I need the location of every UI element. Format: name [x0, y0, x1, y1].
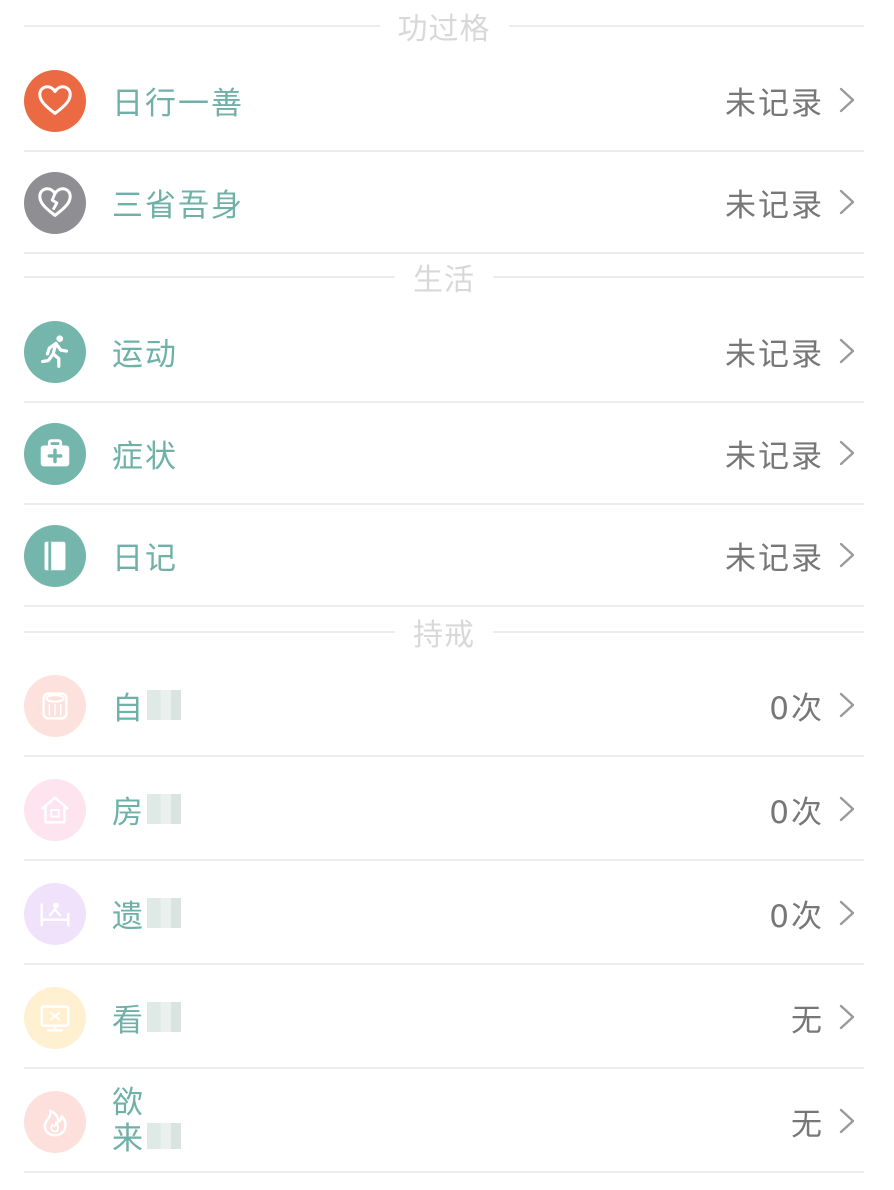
- section-title: 持戒: [413, 618, 475, 653]
- row-desire[interactable]: 欲 来 无: [24, 1071, 864, 1173]
- row-count: 0次: [769, 794, 824, 831]
- row-label: 运动: [112, 336, 178, 373]
- chevron-right-icon: [834, 86, 860, 114]
- divider: [493, 276, 864, 278]
- row-reflection[interactable]: 三省吾身 未记录: [24, 152, 864, 254]
- row-label: 日行一善: [112, 85, 244, 122]
- section-title: 功过格: [397, 12, 491, 47]
- row-label: 症状: [112, 438, 178, 475]
- monitor-icon: [24, 987, 86, 1049]
- chevron-right-icon: [834, 899, 860, 927]
- row-status: 未记录: [725, 336, 824, 373]
- row-watch[interactable]: 看 无: [24, 967, 864, 1069]
- redacted-text: [147, 1123, 181, 1149]
- divider: [24, 631, 395, 633]
- redacted-text: [147, 1002, 181, 1032]
- row-status: 无: [791, 1106, 824, 1143]
- row-label-text: 遗: [112, 898, 145, 935]
- chevron-right-icon: [834, 337, 860, 365]
- row-status: 未记录: [725, 85, 824, 122]
- row-emission[interactable]: 遗 0次: [24, 863, 864, 965]
- redacted-text: [147, 898, 181, 928]
- chevron-right-icon: [834, 1003, 860, 1031]
- flame-icon: [24, 1091, 86, 1153]
- divider: [24, 25, 380, 27]
- bed-icon: [24, 883, 86, 945]
- row-exercise[interactable]: 运动 未记录: [24, 301, 864, 403]
- section-header-life: 生活: [24, 257, 864, 298]
- divider: [24, 276, 395, 278]
- row-label: 欲 来: [112, 1071, 181, 1171]
- broken-heart-icon: [24, 172, 86, 234]
- divider: [493, 631, 864, 633]
- row-symptoms[interactable]: 症状 未记录: [24, 403, 864, 505]
- row-label: 看: [112, 967, 181, 1067]
- heart-icon: [24, 70, 86, 132]
- row-label: 房: [112, 759, 181, 859]
- row-label: 三省吾身: [112, 187, 244, 224]
- row-label-line2: 来: [112, 1121, 181, 1157]
- row-label: 自: [112, 655, 181, 755]
- row-label-text: 房: [112, 794, 145, 831]
- section-header-merits: 功过格: [24, 6, 864, 47]
- row-label-line1: 欲: [112, 1085, 145, 1121]
- row-label: 日记: [112, 540, 178, 577]
- row-label: 遗: [112, 863, 181, 963]
- row-status: 无: [791, 1002, 824, 1039]
- chevron-right-icon: [834, 541, 860, 569]
- chevron-right-icon: [834, 691, 860, 719]
- running-icon: [24, 321, 86, 383]
- row-label-text: 自: [112, 690, 145, 727]
- section-title: 生活: [413, 263, 475, 298]
- medical-kit-icon: [24, 423, 86, 485]
- chevron-right-icon: [834, 1107, 860, 1135]
- row-label-text: 看: [112, 1002, 145, 1039]
- divider: [508, 25, 864, 27]
- row-self[interactable]: 自 0次: [24, 655, 864, 757]
- redacted-text: [147, 690, 181, 720]
- tracker-screen: 功过格 日行一善 未记录 三省吾身 未记录 生活 运动 未记录 症状 未记录 日…: [0, 0, 894, 1190]
- row-good-deed[interactable]: 日行一善 未记录: [24, 50, 864, 152]
- row-status: 未记录: [725, 187, 824, 224]
- row-status: 未记录: [725, 540, 824, 577]
- chevron-right-icon: [834, 188, 860, 216]
- section-header-abstinence: 持戒: [24, 612, 864, 653]
- row-diary[interactable]: 日记 未记录: [24, 505, 864, 607]
- redacted-text: [147, 794, 181, 824]
- row-label-text: 来: [112, 1121, 145, 1157]
- row-status: 未记录: [725, 438, 824, 475]
- chevron-right-icon: [834, 439, 860, 467]
- row-house[interactable]: 房 0次: [24, 759, 864, 861]
- row-count: 0次: [769, 690, 824, 727]
- tissue-roll-icon: [24, 675, 86, 737]
- notebook-icon: [24, 525, 86, 587]
- chevron-right-icon: [834, 795, 860, 823]
- house-icon: [24, 779, 86, 841]
- row-count: 0次: [769, 898, 824, 935]
